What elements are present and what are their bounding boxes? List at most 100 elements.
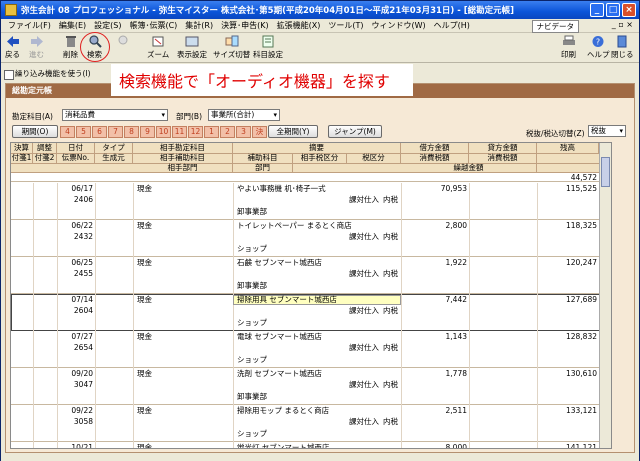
menu-help[interactable]: ヘルプ(H) — [430, 20, 474, 31]
month-tab[interactable]: 2 — [220, 126, 235, 138]
window-title: 弥生会計 08 プロフェッショナル - 弥生マイスター 株式会社･第5期(平成2… — [21, 6, 515, 16]
month-tab[interactable]: 5 — [76, 126, 91, 138]
col-type: タイプ — [95, 143, 133, 153]
col-adjust: 調整 — [33, 143, 57, 153]
table-row[interactable]: 06/25 2455 現金 石鹸 セブンマート城西店 課対仕入 内税 卸事業部 1,922 12… — [11, 257, 611, 294]
col-credit: 貸方金額 — [469, 143, 537, 153]
menu-tools[interactable]: ツール(T) — [324, 20, 367, 31]
row-tax1: 課対仕入 — [349, 343, 379, 352]
carry-forward-checkbox[interactable]: 繰り込み機能を使う(I) — [1, 67, 111, 81]
scrollbar-thumb[interactable] — [601, 157, 610, 187]
month-tab[interactable]: 6 — [92, 126, 107, 138]
row-debit: 2,511 — [445, 406, 467, 415]
col-balance: 残高 — [537, 143, 599, 153]
col-source: 生成元 — [95, 153, 133, 163]
table-row[interactable]: 07/27 2654 現金 電球 セブンマート城西店 課対仕入 内税 ショップ 1,143 12… — [11, 331, 611, 368]
col-credit-tax: 消費税額 — [469, 153, 537, 163]
table-row[interactable]: 06/22 2432 現金 トイレットペーパー まるとく商店 課対仕入 内税 ショップ 2,8… — [11, 220, 611, 257]
zoom-button[interactable]: ズーム — [147, 35, 169, 60]
row-tax2: 内税 — [383, 195, 398, 204]
row-memo: 電球 セブンマート城西店 — [237, 332, 322, 341]
menu-summary[interactable]: 集計(R) — [181, 20, 217, 31]
display-settings-button[interactable]: 表示設定 — [177, 35, 207, 60]
menu-edit[interactable]: 編集(E) — [55, 20, 90, 31]
table-row[interactable]: 07/14 2604 現金 掃除用具 セブンマート城西店 課対仕入 内税 ショップ 7,442… — [11, 294, 611, 331]
size-toggle-icon — [225, 35, 239, 47]
row-debit: 70,953 — [440, 184, 467, 193]
row-memo: トイレットペーパー まるとく商店 — [237, 221, 352, 230]
month-tab[interactable]: 3 — [236, 126, 251, 138]
size-toggle-button[interactable]: サイズ切替 — [213, 35, 250, 60]
col-memo: 摘要 — [233, 143, 401, 153]
display-settings-icon — [185, 36, 199, 47]
col-tag1: 付箋1 — [11, 153, 33, 163]
menu-window[interactable]: ウィンドウ(W) — [367, 20, 429, 31]
jump-button[interactable]: ジャンプ(M) — [328, 125, 382, 138]
month-tab[interactable]: 7 — [108, 126, 123, 138]
row-tax1: 課対仕入 — [349, 195, 379, 204]
row-date: 07/27 — [71, 332, 93, 341]
annotation-banner: 検索機能で「オーディオ機器」を探す — [111, 64, 413, 96]
row-memo: 掃除用モップ まるとく商店 — [237, 406, 330, 415]
row-debit: 2,800 — [445, 221, 467, 230]
table-row[interactable]: 09/22 3058 現金 掃除用モップ まるとく商店 課対仕入 内税 ショップ 2,511 1… — [11, 405, 611, 442]
month-tab[interactable]: 決 — [252, 126, 267, 138]
col-slip-no: 伝票No. — [57, 153, 95, 163]
tax-toggle-select[interactable]: 税抜 — [588, 125, 626, 137]
magnifier-disabled-icon — [118, 35, 128, 45]
account-label: 勘定科目(A) — [12, 112, 53, 121]
dept-select[interactable]: 事業所(合計) — [208, 109, 280, 121]
dept-label: 部門(B) — [176, 112, 202, 121]
period-button[interactable]: 期間(O) — [12, 125, 58, 138]
close-window-button[interactable]: × — [622, 3, 636, 17]
all-period-button[interactable]: 全期間(Y) — [268, 125, 318, 138]
row-balance: 127,689 — [565, 295, 597, 304]
menu-file[interactable]: ファイル(F) — [4, 20, 55, 31]
menu-settings[interactable]: 設定(S) — [90, 20, 125, 31]
row-dept: 卸事業部 — [237, 392, 267, 401]
menu-closing[interactable]: 決算･申告(K) — [217, 20, 273, 31]
table-row[interactable]: 09/20 3047 現金 洗剤 セブンマート城西店 課対仕入 内税 卸事業部 1,778 13… — [11, 368, 611, 405]
month-tab[interactable]: 12 — [188, 126, 203, 138]
month-tab[interactable]: 4 — [60, 126, 75, 138]
month-tab[interactable]: 1 — [204, 126, 219, 138]
table-row[interactable]: 10/21 現金 蛍光灯 セブンマート城西店 8,000 141,121 — [11, 442, 611, 448]
help-button[interactable]: ? ヘルプ — [587, 35, 610, 60]
row-debit: 1,778 — [445, 369, 467, 378]
row-tax2: 内税 — [383, 417, 398, 426]
row-tax2: 内税 — [383, 232, 398, 241]
row-dept: ショップ — [237, 244, 267, 253]
title-bar[interactable]: 弥生会計 08 プロフェッショナル - 弥生マイスター 株式会社･第5期(平成2… — [1, 1, 639, 19]
minimize-button[interactable]: _ — [590, 3, 604, 17]
vertical-scrollbar[interactable] — [599, 143, 611, 448]
tax-toggle-label: 税抜/税込切替(Z) — [526, 129, 585, 138]
month-tab[interactable]: 10 — [156, 126, 171, 138]
disabled-tool-button[interactable] — [117, 35, 131, 49]
table-row[interactable]: 06/17 2406 現金 やよい事務機 机･椅子一式 課対仕入 内税 卸事業部 70,953… — [11, 183, 611, 220]
row-memo: やよい事務機 机･椅子一式 — [237, 184, 326, 193]
month-tab[interactable]: 9 — [140, 126, 155, 138]
print-button[interactable]: 印刷 — [561, 35, 576, 60]
row-slip-no: 2432 — [73, 232, 93, 241]
row-tax1: 課対仕入 — [349, 269, 379, 278]
col-counter-account: 相手勘定科目 — [133, 143, 233, 153]
month-tab[interactable]: 8 — [124, 126, 139, 138]
menu-books[interactable]: 帳簿･伝票(C) — [125, 20, 181, 31]
back-button[interactable]: 戻る — [5, 35, 20, 60]
account-select[interactable]: 消耗品費 — [62, 109, 168, 121]
col-debit: 借方金額 — [401, 143, 469, 153]
mdi-controls[interactable]: _ ▫ × — [612, 20, 633, 29]
maximize-button[interactable]: □ — [606, 3, 620, 17]
forward-button[interactable]: 進む — [29, 35, 44, 60]
help-icon: ? — [592, 36, 604, 47]
month-tab[interactable]: 11 — [172, 126, 187, 138]
row-memo: 洗剤 セブンマート城西店 — [237, 369, 322, 378]
row-tax2: 内税 — [383, 343, 398, 352]
trash-icon — [65, 36, 76, 47]
delete-button[interactable]: 削除 — [63, 35, 78, 60]
menu-extensions[interactable]: 拡張機能(X) — [273, 20, 325, 31]
account-settings-button[interactable]: 科目設定 — [253, 35, 283, 60]
navi-data-dropdown[interactable]: ナビデータ — [531, 20, 579, 33]
row-counter-account: 現金 — [137, 221, 152, 230]
close-button[interactable]: 閉じる — [611, 35, 634, 60]
